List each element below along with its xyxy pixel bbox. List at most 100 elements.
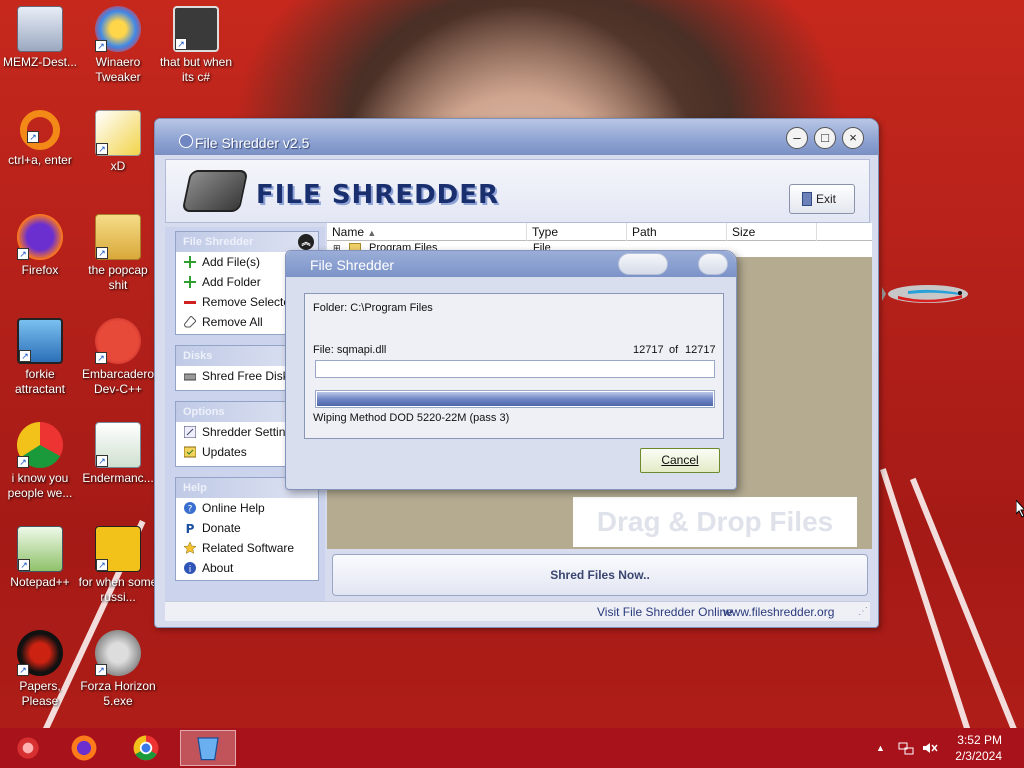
paypal-icon: P bbox=[186, 522, 195, 534]
file-count-current: 12717 bbox=[633, 344, 664, 356]
winaero-icon: ↗ bbox=[95, 6, 141, 52]
about-item[interactable]: i About bbox=[176, 558, 318, 578]
desktop-icon[interactable]: MEMZ-Dest... bbox=[0, 6, 80, 70]
group-header[interactable]: File Shredder ︽ bbox=[176, 232, 318, 252]
desktop-icon-label: for when some russi... bbox=[78, 575, 158, 604]
desktop-icon[interactable]: ↗ the popcap shit bbox=[78, 214, 158, 293]
column-size[interactable]: Size bbox=[727, 223, 817, 241]
desktop-icon[interactable]: ↗ Embarcadero Dev-C++ bbox=[78, 318, 158, 397]
shortcut-arrow-icon: ↗ bbox=[19, 350, 31, 362]
firefox-icon bbox=[71, 735, 97, 761]
desktop-icon-label: MEMZ-Dest... bbox=[3, 55, 77, 69]
disk-icon bbox=[184, 373, 196, 381]
help-icon: ? bbox=[184, 502, 196, 514]
shortcut-arrow-icon: ↗ bbox=[96, 559, 108, 571]
shield-icon bbox=[179, 134, 193, 148]
desktop-icon-label: Embarcadero Dev-C++ bbox=[81, 367, 155, 396]
column-path[interactable]: Path bbox=[627, 223, 727, 241]
file-text: File: sqmapi.dll bbox=[313, 344, 387, 356]
list-header: Name ▲ Type Path Size bbox=[327, 223, 872, 241]
progress-fill bbox=[317, 392, 713, 406]
desktop-icon[interactable]: ↗ ctrl+a, enter bbox=[0, 110, 80, 168]
plus-icon bbox=[184, 256, 196, 268]
collapse-icon[interactable]: ︽ bbox=[298, 234, 314, 250]
item-label: Online Help bbox=[202, 501, 265, 515]
devcpp-icon: ↗ bbox=[95, 318, 141, 364]
desktop-icon[interactable]: ↗ xD bbox=[78, 110, 158, 174]
window-titlebar[interactable]: File Shredder v2.5 – □ × bbox=[155, 119, 878, 155]
overall-progress-bar bbox=[315, 390, 715, 408]
de-icon: ↗ bbox=[95, 526, 141, 572]
taskbar-chrome-button[interactable] bbox=[120, 730, 176, 766]
desktop-icon-label: xD bbox=[110, 159, 126, 173]
shortcut-arrow-icon: ↗ bbox=[95, 352, 107, 364]
desktop-icon[interactable]: ↗ forkie attractant bbox=[0, 318, 80, 397]
shortcut-arrow-icon: ↗ bbox=[27, 131, 39, 143]
drag-drop-zone[interactable]: Drag & Drop Files Here bbox=[573, 497, 857, 587]
dialog-titlebar[interactable]: File Shredder bbox=[286, 251, 736, 277]
exit-button[interactable]: Exit bbox=[789, 184, 855, 214]
desktop-icon[interactable]: ↗ Notepad++ bbox=[0, 526, 80, 590]
window-icon: ↗ bbox=[95, 422, 141, 468]
volume-muted-icon[interactable] bbox=[922, 740, 938, 756]
help-group: Help ? Online Help P Donate Related Soft… bbox=[175, 477, 319, 581]
column-type[interactable]: Type bbox=[527, 223, 627, 241]
svg-text:?: ? bbox=[188, 505, 193, 515]
dialog-minimize-button[interactable] bbox=[618, 253, 668, 275]
taskbar-memz-button[interactable] bbox=[2, 730, 58, 766]
column-label: Type bbox=[532, 225, 559, 239]
dialog-title: File Shredder bbox=[310, 257, 395, 273]
shortcut-arrow-icon: ↗ bbox=[96, 455, 108, 467]
column-label: Path bbox=[632, 225, 657, 239]
chrome-icon bbox=[133, 735, 159, 761]
shortcut-arrow-icon: ↗ bbox=[17, 664, 29, 676]
item-label: Updates bbox=[202, 445, 247, 459]
website-link[interactable]: www.fileshredder.org bbox=[723, 602, 834, 622]
desktop-icon-label: Notepad++ bbox=[10, 575, 70, 589]
app-header: FILE SHREDDER Exit bbox=[165, 159, 870, 223]
cancel-button[interactable]: Cancel bbox=[640, 448, 720, 473]
desktop-icon[interactable]: ↗ Firefox bbox=[0, 214, 80, 278]
taskbar-clock[interactable]: 3:52 PM 2/3/2024 bbox=[955, 732, 1002, 764]
window-title: File Shredder v2.5 bbox=[195, 135, 310, 151]
visit-online-link[interactable]: Visit File Shredder Online bbox=[597, 602, 733, 622]
maximize-button[interactable]: □ bbox=[814, 127, 836, 149]
taskbar-file-shredder-button[interactable] bbox=[180, 730, 236, 766]
desktop-icon[interactable]: ↗ Forza Horizon 5.exe bbox=[78, 630, 158, 709]
dialog-close-button[interactable] bbox=[698, 253, 728, 275]
taskbar-firefox-button[interactable] bbox=[58, 730, 114, 766]
status-bar: Visit File Shredder Online www.fileshred… bbox=[165, 601, 870, 621]
resize-grip-icon[interactable]: ⋰ bbox=[858, 602, 868, 622]
shred-progress-dialog: File Shredder Folder: C:\Program Files F… bbox=[285, 250, 737, 490]
desktop-icon[interactable]: ↗ Papers, Please bbox=[0, 630, 80, 709]
item-label: Add File(s) bbox=[202, 255, 261, 269]
shred-files-now-button[interactable]: Shred Files Now.. bbox=[332, 554, 868, 596]
desktop-icon[interactable]: ↗ Endermanc... bbox=[78, 422, 158, 486]
folder-icon: ↗ bbox=[95, 214, 141, 260]
shortcut-arrow-icon: ↗ bbox=[17, 456, 29, 468]
file-count-total: 12717 bbox=[685, 344, 716, 356]
desktop-icon[interactable]: ↗ for when some russi... bbox=[78, 526, 158, 605]
online-help-item[interactable]: ? Online Help bbox=[176, 498, 318, 518]
shortcut-arrow-icon: ↗ bbox=[95, 664, 107, 676]
network-icon[interactable] bbox=[898, 740, 914, 756]
papers-please-icon: ↗ bbox=[17, 630, 63, 676]
desktop-icon[interactable]: ↗ Winaero Tweaker bbox=[78, 6, 158, 85]
group-title: Options bbox=[183, 406, 225, 418]
plus-icon bbox=[184, 276, 196, 288]
desktop-icon[interactable]: ↗ i know you people we... bbox=[0, 422, 80, 501]
minimize-button[interactable]: – bbox=[786, 127, 808, 149]
donate-item[interactable]: P Donate bbox=[176, 518, 318, 538]
item-label: Related Software bbox=[202, 541, 295, 555]
shortcut-arrow-icon: ↗ bbox=[95, 40, 107, 52]
progress-panel: Folder: C:\Program Files File: sqmapi.dl… bbox=[304, 293, 724, 439]
related-software-item[interactable]: Related Software bbox=[176, 538, 318, 558]
desktop-icon[interactable]: ↗ that but when its c# bbox=[156, 6, 236, 85]
show-hidden-icons-icon[interactable]: ▲ bbox=[876, 728, 885, 768]
hard-disk-logo-icon bbox=[181, 170, 249, 212]
folder-text: Folder: C:\Program Files bbox=[313, 302, 433, 314]
close-button[interactable]: × bbox=[842, 127, 864, 149]
door-icon bbox=[802, 192, 812, 206]
wiping-method-text: Wiping Method DOD 5220-22M (pass 3) bbox=[313, 412, 510, 424]
column-name[interactable]: Name ▲ bbox=[327, 223, 527, 241]
